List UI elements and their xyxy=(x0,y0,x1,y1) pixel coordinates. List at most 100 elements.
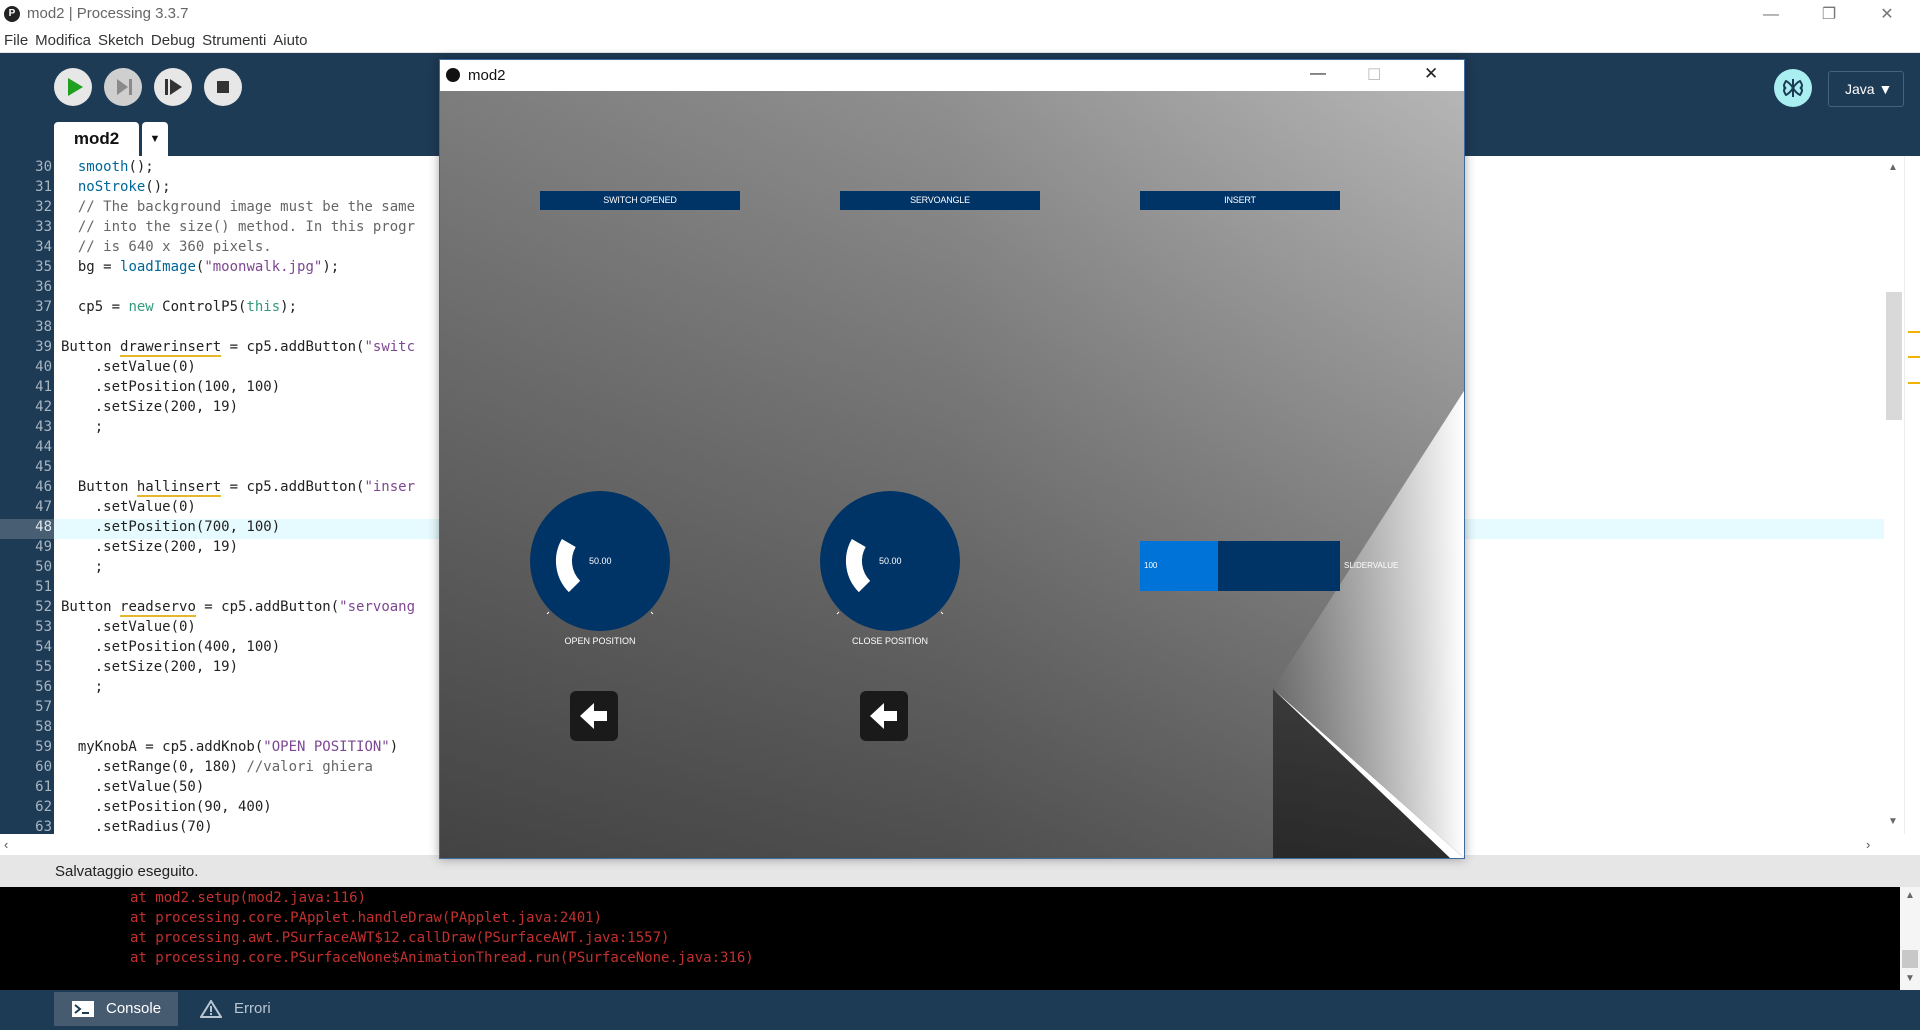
open-back-button[interactable] xyxy=(570,691,618,741)
menu-aiuto[interactable]: Aiuto xyxy=(269,29,310,49)
line-number: 31 xyxy=(35,179,52,195)
processing-logo-icon: P xyxy=(4,6,20,22)
vertical-scrollbar-thumb[interactable] xyxy=(1886,292,1902,420)
line-number: 58 xyxy=(35,719,52,735)
line-number: 57 xyxy=(35,699,52,715)
code-line: // The background image must be the same xyxy=(61,199,416,215)
step-button[interactable] xyxy=(104,68,142,106)
line-number: 62 xyxy=(35,799,52,815)
line-number: 59 xyxy=(35,739,52,755)
status-bar: Salvataggio eseguito. xyxy=(0,855,1920,887)
line-number: 43 xyxy=(35,419,52,435)
run-button[interactable] xyxy=(54,68,92,106)
knob-value: 50.00 xyxy=(879,556,902,566)
line-number: 45 xyxy=(35,459,52,475)
line-number: 44 xyxy=(35,439,52,455)
line-number: 38 xyxy=(35,319,52,335)
scroll-left-icon[interactable]: ‹ xyxy=(4,837,8,852)
slider-value-slider[interactable]: 100 xyxy=(1140,541,1340,591)
sketch-titlebar: mod2 — ☐ ✕ xyxy=(440,60,1464,91)
line-number: 47 xyxy=(35,499,52,515)
mode-selector[interactable]: Java ▼ xyxy=(1828,71,1904,107)
code-line: // into the size() method. In this progr xyxy=(61,219,416,235)
code-line: Button hallinsert = cp5.addButton("inser xyxy=(61,479,416,497)
switch-opened-button[interactable]: SWITCH OPENED xyxy=(540,191,740,210)
play-icon xyxy=(68,78,83,96)
vertical-scrollbar[interactable]: ▲ ▼ xyxy=(1884,156,1904,834)
tab-errors-label: Errori xyxy=(234,1000,271,1017)
code-line: ; xyxy=(61,419,104,435)
close-back-button[interactable] xyxy=(860,691,908,741)
tab-console[interactable]: Console xyxy=(54,992,178,1026)
butterfly-icon xyxy=(1783,79,1803,97)
console-output[interactable]: at mod2.setup(mod2.java:116) at processi… xyxy=(0,887,1900,990)
stop-button[interactable] xyxy=(204,68,242,106)
sketch-canvas[interactable]: SWITCH OPENED SERVOANGLE INSERT 50.00 OP… xyxy=(440,91,1464,858)
console-scrollbar[interactable]: ▲ ▼ xyxy=(1900,887,1920,990)
scroll-up-icon[interactable]: ▲ xyxy=(1888,162,1898,173)
scroll-up-icon[interactable]: ▲ xyxy=(1905,890,1915,901)
warning-marker[interactable] xyxy=(1908,331,1920,333)
line-number: 36 xyxy=(35,279,52,295)
scroll-down-icon[interactable]: ▼ xyxy=(1905,973,1915,984)
open-position-knob[interactable]: 50.00 xyxy=(530,491,670,631)
stop-icon xyxy=(217,81,229,93)
menu-debug[interactable]: Debug xyxy=(147,29,198,49)
line-number: 32 xyxy=(35,199,52,215)
debugger-mode-button[interactable] xyxy=(1774,69,1812,107)
servoangle-button[interactable]: SERVOANGLE xyxy=(840,191,1040,210)
code-line: .setSize(200, 19) xyxy=(61,399,239,415)
console-line: at mod2.setup(mod2.java:116) xyxy=(130,890,367,906)
slider-value: 100 xyxy=(1144,561,1158,570)
sketch-minimize-button[interactable]: — xyxy=(1310,65,1326,83)
line-number: 40 xyxy=(35,359,52,375)
scroll-down-icon[interactable]: ▼ xyxy=(1888,816,1898,827)
console-line: at processing.awt.PSurfaceAWT$12.callDra… xyxy=(130,930,670,946)
code-line: ; xyxy=(61,679,104,695)
insert-button[interactable]: INSERT xyxy=(1140,191,1340,210)
arrow-left-icon xyxy=(580,703,607,729)
menu-strumenti[interactable]: Strumenti xyxy=(198,29,269,49)
code-line: .setValue(0) xyxy=(61,619,196,635)
code-line: .setPosition(100, 100) xyxy=(61,379,281,395)
tab-menu-button[interactable]: ▼ xyxy=(142,122,168,156)
line-number: 52 xyxy=(35,599,52,615)
code-line: ; xyxy=(61,559,104,575)
line-number: 56 xyxy=(35,679,52,695)
sketch-maximize-button[interactable]: ☐ xyxy=(1367,65,1381,85)
close-position-knob[interactable]: 50.00 xyxy=(820,491,960,631)
menu-file[interactable]: File xyxy=(0,29,31,49)
line-number: 48 xyxy=(35,519,52,535)
knob-value: 50.00 xyxy=(589,556,612,566)
code-line: .setSize(200, 19) xyxy=(61,539,239,555)
line-number: 37 xyxy=(35,299,52,315)
open-position-label: OPEN POSITION xyxy=(564,636,636,646)
close-button[interactable]: ✕ xyxy=(1858,0,1916,29)
menu-modifica[interactable]: Modifica xyxy=(31,29,94,49)
tab-mod2[interactable]: mod2 xyxy=(54,122,139,156)
window-titlebar: P mod2 | Processing 3.3.7 — ❐ ✕ xyxy=(0,0,1920,29)
line-number: 54 xyxy=(35,639,52,655)
console-scrollbar-thumb[interactable] xyxy=(1902,950,1918,968)
line-number: 53 xyxy=(35,619,52,635)
scroll-right-icon[interactable]: › xyxy=(1866,837,1870,852)
warning-marker[interactable] xyxy=(1908,382,1920,384)
warning-marker[interactable] xyxy=(1908,356,1920,358)
code-line: .setValue(50) xyxy=(61,779,205,795)
restore-button[interactable]: ❐ xyxy=(1800,0,1858,29)
code-line: Button drawerinsert = cp5.addButton("swi… xyxy=(61,339,416,357)
line-number: 60 xyxy=(35,759,52,775)
line-number: 30 xyxy=(35,159,52,175)
sketch-close-button[interactable]: ✕ xyxy=(1424,64,1438,84)
continue-button[interactable] xyxy=(154,68,192,106)
code-line: noStroke(); xyxy=(77,179,171,195)
slider-label: SLIDERVALUE xyxy=(1344,561,1399,570)
code-line: myKnobA = cp5.addKnob("OPEN POSITION") xyxy=(61,739,399,755)
line-number: 33 xyxy=(35,219,52,235)
error-marker-column xyxy=(1904,156,1920,834)
tab-errors[interactable]: Errori xyxy=(182,992,292,1026)
warning-icon xyxy=(200,1000,222,1018)
menu-sketch[interactable]: Sketch xyxy=(94,29,147,49)
console-line: at processing.core.PApplet.handleDraw(PA… xyxy=(130,910,603,926)
minimize-button[interactable]: — xyxy=(1742,0,1800,29)
